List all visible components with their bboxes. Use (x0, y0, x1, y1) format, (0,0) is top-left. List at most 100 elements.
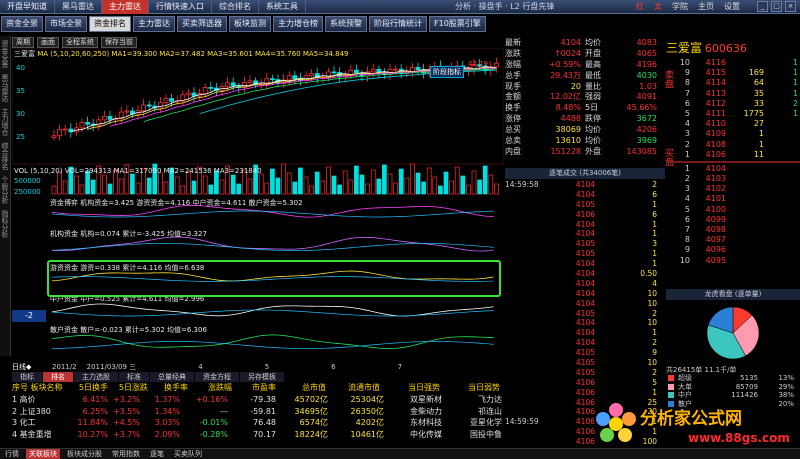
buy-level[interactable]: 4 4101 (666, 194, 800, 204)
trade-row[interactable]: 4106 6 (505, 210, 665, 220)
trade-row[interactable]: 4104 4 (505, 279, 665, 289)
buy-level[interactable]: 7 4098 (666, 225, 800, 235)
trade-row[interactable]: 14:59:58 4104 2 (505, 180, 665, 190)
sell-level[interactable]: 7 4113 35 1 (666, 89, 800, 99)
trade-row[interactable]: 4104 2 (505, 338, 665, 348)
rank-col-header[interactable]: 5日换手 (70, 382, 108, 393)
sell-level[interactable]: 2 4108 1 (666, 140, 800, 150)
sell-level[interactable]: 4 4110 27 (666, 119, 800, 129)
bottom-tab-0[interactable]: 行情 (2, 449, 22, 459)
buy-level[interactable]: 6 4099 (666, 215, 800, 225)
menu-item-2[interactable]: 主力雷达 (102, 0, 149, 14)
trade-row[interactable]: 4104 10 (505, 318, 665, 328)
toolbar-button-3[interactable]: 主力雷达 (133, 16, 175, 32)
buy-level[interactable]: 1 4104 (666, 164, 800, 174)
menu-item-3[interactable]: 行情快速入口 (149, 0, 212, 14)
rank-row[interactable]: 3 化工 11.84% +4.5% 3.03% -0.01% 76.48 6574亿 4202… (12, 417, 502, 429)
toolbar-button-7[interactable]: 系统预警 (325, 16, 367, 32)
bottom-tab-1[interactable]: 关联板块 (26, 449, 60, 459)
sell-level[interactable]: 5 4111 1775 1 (666, 109, 800, 119)
rank-tab-6[interactable]: 另存模板 (240, 372, 284, 382)
sell-level[interactable]: 1 4106 11 (666, 150, 800, 160)
trade-row[interactable]: 4104 1 (505, 328, 665, 338)
trade-row[interactable]: 4104 0.50 (505, 269, 665, 279)
side-tab-1[interactable]: 黑马雷达 (0, 74, 10, 102)
rank-tab-5[interactable]: 资金方程 (195, 372, 239, 382)
side-tab-5[interactable]: 指标分析 (0, 210, 10, 238)
rank-col-header[interactable]: 5日涨跌 (108, 382, 148, 393)
minimize-icon[interactable]: _ (757, 1, 768, 12)
rank-col-header[interactable]: 当日弱势 (440, 382, 500, 393)
sell-level[interactable]: 3 4109 1 (666, 129, 800, 139)
buy-level[interactable]: 9 4096 (666, 245, 800, 255)
menu-item-1[interactable]: 黑马雷达 (55, 0, 102, 14)
chart-head-button-3[interactable]: 保存当前 (101, 36, 137, 48)
menu-item-0[interactable]: 开盘早知道 (0, 0, 55, 14)
side-tab-2[interactable]: 主力增仓 (0, 108, 10, 136)
trade-row[interactable]: 4104 10 (505, 289, 665, 299)
sell-level[interactable]: 8 4114 64 1 (666, 78, 800, 88)
sell-level[interactable]: 9 4115 169 1 (666, 68, 800, 78)
rank-col-header[interactable]: 序号 板块名称 (12, 382, 70, 393)
toolbar-button-9[interactable]: F10股票引擎 (429, 16, 486, 32)
chart-head-button-1[interactable]: 画面 (37, 36, 59, 48)
rank-row[interactable]: 4 基金重增 10.27% +3.7% 2.09% -0.28% 70.17 18224亿 1… (12, 429, 502, 441)
sell-level[interactable]: 10 4116 1 (666, 58, 800, 68)
buy-level[interactable]: 2 4103 (666, 174, 800, 184)
trade-row[interactable]: 4105 2 (505, 309, 665, 319)
trade-row[interactable]: 4104 10 (505, 299, 665, 309)
top-link-0[interactable]: 红 (636, 0, 644, 14)
trade-row[interactable]: 4105 10 (505, 358, 665, 368)
maximize-icon[interactable]: □ (771, 1, 782, 12)
menu-item-4[interactable]: 综合排名 (212, 0, 259, 14)
trade-row[interactable]: 4104 1 (505, 229, 665, 239)
toolbar-button-5[interactable]: 板块监测 (229, 16, 271, 32)
buy-level[interactable]: 3 4102 (666, 184, 800, 194)
side-tab-4[interactable]: 个股分析 (0, 176, 10, 204)
bottom-tab-4[interactable]: 逐笔 (147, 449, 167, 459)
trade-row[interactable]: 4104 1 (505, 259, 665, 269)
menu-item-5[interactable]: 系统工具 (259, 0, 306, 14)
trade-row[interactable]: 4104 6 (505, 190, 665, 200)
rank-tab-4[interactable]: 总量经典 (150, 372, 194, 382)
buy-level[interactable]: 5 4100 (666, 205, 800, 215)
rank-row[interactable]: 1 高价 6.41% +3.2% 1.37% +0.16% -79.38 45702亿 253… (12, 394, 502, 406)
stage-indicator-tag[interactable]: 阶段指标 (430, 66, 464, 78)
trade-row[interactable]: 4106 1 (505, 388, 665, 398)
top-link-1[interactable]: 太 (654, 0, 662, 14)
buy-level[interactable]: 10 4095 (666, 256, 800, 266)
bottom-tab-3[interactable]: 常用指数 (109, 449, 143, 459)
rank-col-header[interactable]: 换手率 (148, 382, 188, 393)
bottom-tab-2[interactable]: 板块成分股 (64, 449, 105, 459)
close-icon[interactable]: × (785, 1, 796, 12)
toolbar-button-1[interactable]: 市场全景 (45, 16, 87, 32)
rank-tab-3[interactable]: 标准 (119, 372, 149, 382)
toolbar-button-0[interactable]: 资金全景 (1, 16, 43, 32)
sell-level[interactable]: 6 4112 33 2 (666, 99, 800, 109)
toolbar-button-6[interactable]: 主力增仓榜 (273, 16, 323, 32)
rank-row[interactable]: 2 上证380 6.25% +3.5% 1.34% — -59.81 34695亿 26350… (12, 406, 502, 418)
top-link-2[interactable]: 学院 (672, 0, 688, 14)
trade-row[interactable]: 4105 9 (505, 348, 665, 358)
chart-head-button-0[interactable]: 周期 (12, 36, 34, 48)
buy-level[interactable]: 8 4097 (666, 235, 800, 245)
rank-col-header[interactable]: 市盈率 (232, 382, 276, 393)
rank-col-header[interactable]: 流通市值 (326, 382, 380, 393)
side-tab-0[interactable]: 资金全景 (0, 40, 10, 68)
toolbar-button-2[interactable]: 资金排名 (89, 16, 131, 32)
trade-row[interactable]: 4104 1 (505, 220, 665, 230)
trade-row[interactable]: 4105 3 (505, 239, 665, 249)
rank-col-header[interactable]: 涨跌幅 (188, 382, 232, 393)
rank-col-header[interactable]: 总市值 (276, 382, 326, 393)
top-link-3[interactable]: 主页 (698, 0, 714, 14)
trade-row[interactable]: 4106 5 (505, 378, 665, 388)
rank-col-header[interactable]: 当日强势 (380, 382, 440, 393)
toolbar-button-8[interactable]: 阶段行情统计 (369, 16, 427, 32)
side-tab-3[interactable]: 综合排名 (0, 142, 10, 170)
bottom-tab-5[interactable]: 买卖队列 (171, 449, 205, 459)
toolbar-button-4[interactable]: 买卖筛选器 (177, 16, 227, 32)
chart-head-button-2[interactable]: 全程系统 (62, 36, 98, 48)
trade-row[interactable]: 4105 2 (505, 368, 665, 378)
top-link-4[interactable]: 设置 (724, 0, 740, 14)
trade-row[interactable]: 4105 1 (505, 200, 665, 210)
